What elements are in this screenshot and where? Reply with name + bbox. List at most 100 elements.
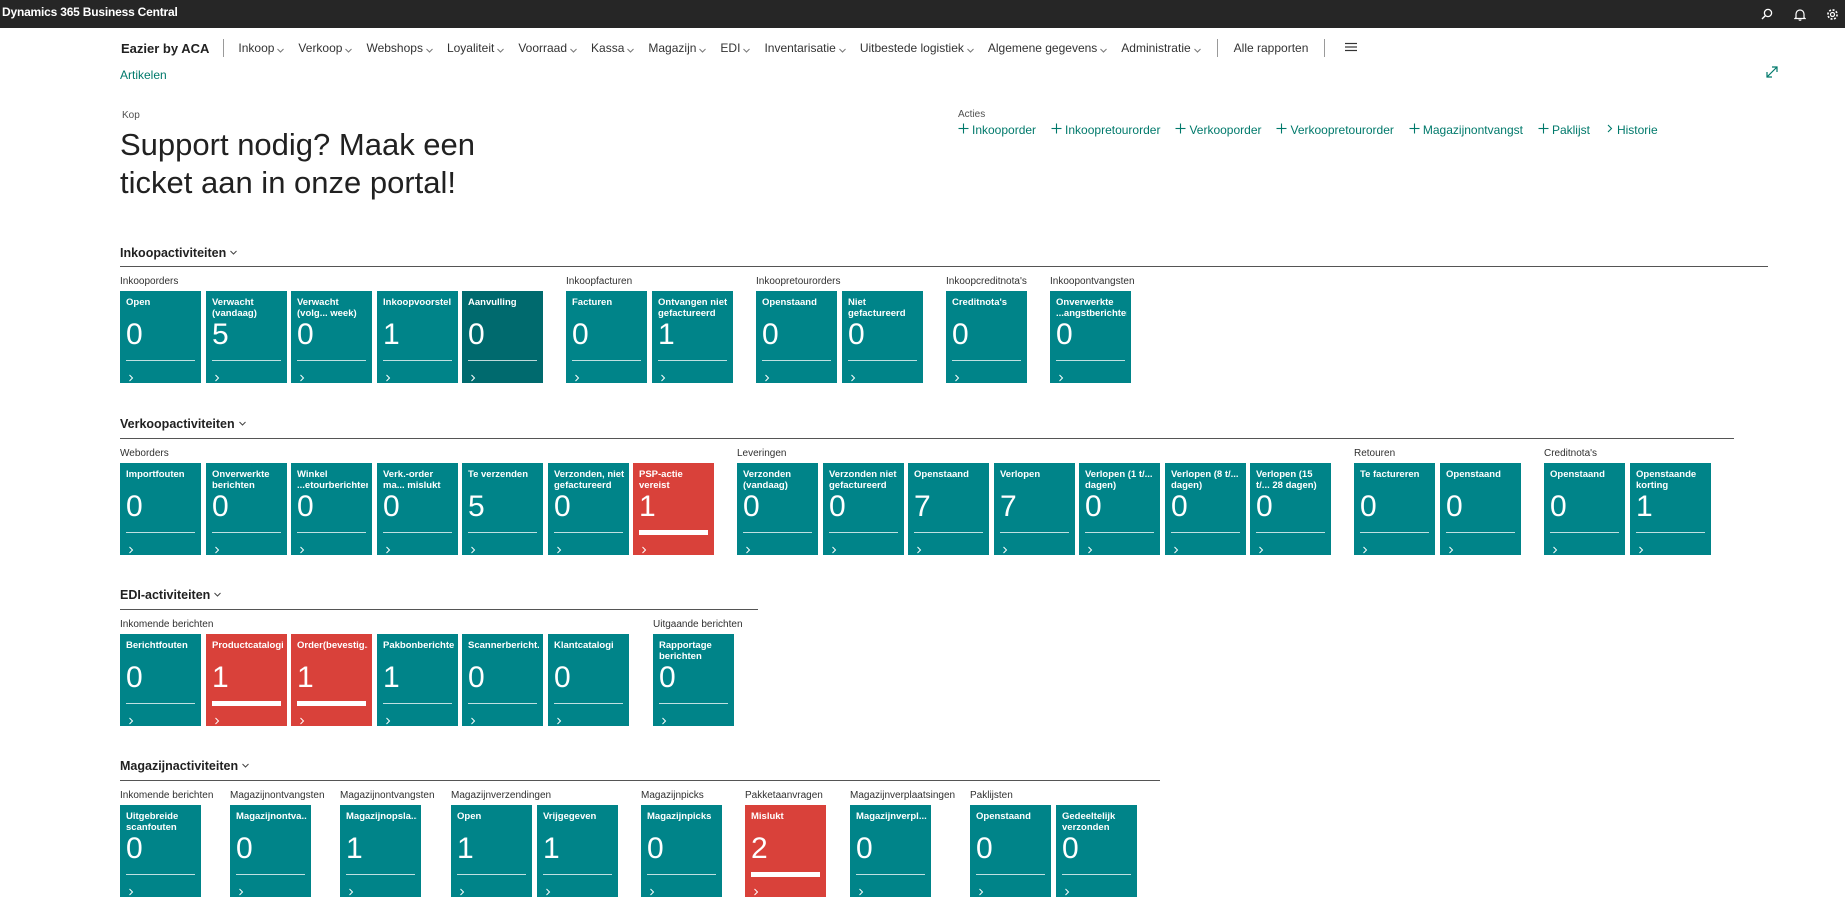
cue-tile-verlopen-8-t-dagen[interactable]: Verlopen (8 t/... dagen) 0 (1165, 463, 1246, 555)
cue-tile-value: 0 (1256, 490, 1273, 523)
cue-tile-creditnota-s[interactable]: Creditnota's 0 (946, 291, 1027, 383)
cue-tile-name: Ontvangen niet gefactureerd (658, 297, 728, 319)
cue-tile-verlopen-1-t-dagen[interactable]: Verlopen (1 t/... dagen) 0 (1079, 463, 1160, 555)
nav-item-label: Loyaliteit (446, 41, 495, 55)
action-historie[interactable]: Historie (1605, 123, 1658, 137)
cue-tile-onverwerkte-berichten[interactable]: Onverwerkte berichten 0 (206, 463, 287, 555)
nav-menu: Inkoop Verkoop Webshops Loyaliteit Voorraad K… (238, 41, 1214, 55)
nav-item-algemene-gegevens[interactable]: Algemene gegevens (988, 41, 1108, 55)
chevron-right-icon (744, 541, 752, 554)
cue-tile-magazijnontva[interactable]: Magazijnontva... 0 (230, 805, 311, 897)
cue-tile-openstaand[interactable]: Openstaand 0 (1544, 463, 1625, 555)
nav-all-reports[interactable]: Alle rapporten (1234, 41, 1309, 55)
cue-tile-facturen[interactable]: Facturen 0 (566, 291, 647, 383)
cue-tile-scannerbericht[interactable]: Scannerbericht... 0 (462, 634, 543, 726)
section-edi-activiteiten[interactable]: EDI-activiteiten (120, 588, 222, 602)
cue-tile-winkel-etourberichten[interactable]: Winkel ...etourberichten 0 (291, 463, 372, 555)
action-verkooporder[interactable]: Verkooporder (1175, 123, 1261, 137)
cue-tile-verk-order-ma-mislukt[interactable]: Verk.-order ma... mislukt 0 (377, 463, 458, 555)
action-magazijnontvangst[interactable]: Magazijnontvangst (1409, 123, 1523, 137)
cue-tile-value: 0 (468, 318, 485, 351)
cue-tile-verwacht-volg-week[interactable]: Verwacht (volg... week) 0 (291, 291, 372, 383)
nav-item-voorraad[interactable]: Voorraad (518, 41, 578, 55)
section-inkoopactiviteiten[interactable]: Inkoopactiviteiten (120, 246, 238, 260)
nav-item-uitbestede-logistiek[interactable]: Uitbestede logistiek (860, 41, 975, 55)
cue-tile-order-bevestig[interactable]: Order(bevestig... 1 (291, 634, 372, 726)
action-verkoopretourorder[interactable]: Verkoopretourorder (1276, 123, 1394, 137)
cue-tile-te-verzenden[interactable]: Te verzenden 5 (462, 463, 543, 555)
cue-tile-openstaand[interactable]: Openstaand 0 (756, 291, 837, 383)
cue-tile-productcatalogi[interactable]: Productcatalogi 1 (206, 634, 287, 726)
gear-icon[interactable] (1822, 4, 1842, 24)
hamburger-menu-icon[interactable] (1345, 41, 1358, 55)
cue-tile-underline (976, 874, 1045, 875)
nav-item-loyaliteit[interactable]: Loyaliteit (447, 41, 505, 55)
cue-tile-value: 0 (1171, 490, 1188, 523)
cue-tile-value: 1 (346, 832, 363, 865)
cue-tile-verzonden-niet-gefactureerd[interactable]: Verzonden niet gefactureerd 0 (823, 463, 904, 555)
cue-tile-gedeeltelijk-verzonden[interactable]: Gedeeltelijk verzonden 0 (1056, 805, 1137, 897)
cue-tile-niet-gefactureerd[interactable]: Niet gefactureerd 0 (842, 291, 923, 383)
cue-tile-berichtfouten[interactable]: Berichtfouten 0 (120, 634, 201, 726)
action-label: Verkooporder (1189, 123, 1262, 137)
section-verkoopactiviteiten[interactable]: Verkoopactiviteiten (120, 417, 247, 431)
cue-tile-openstaande-korting[interactable]: Openstaande korting 1 (1630, 463, 1711, 555)
nav-item-verkoop[interactable]: Verkoop (298, 41, 353, 55)
cue-tile-open[interactable]: Open 1 (451, 805, 532, 897)
nav-item-webshops[interactable]: Webshops (366, 41, 433, 55)
bell-icon[interactable] (1790, 4, 1810, 24)
cue-tile-open[interactable]: Open 0 (120, 291, 201, 383)
section-magazijnactiviteiten[interactable]: Magazijnactiviteiten (120, 759, 250, 773)
cue-tile-verlopen-15-t-28-dagen[interactable]: Verlopen (15 t/... 28 dagen) 0 (1250, 463, 1331, 555)
expand-icon[interactable] (1765, 65, 1779, 84)
cue-tile-mislukt[interactable]: Mislukt 2 (745, 805, 826, 897)
nav-item-magazijn[interactable]: Magazijn (648, 41, 707, 55)
cue-tile-openstaand[interactable]: Openstaand 0 (970, 805, 1051, 897)
company-name[interactable]: Eazier by ACA (121, 41, 209, 56)
breadcrumb-artikelen[interactable]: Artikelen (120, 68, 167, 82)
cue-tile-importfouten[interactable]: Importfouten 0 (120, 463, 201, 555)
cue-tile-name: Openstaande korting (1636, 469, 1697, 491)
cue-tile-pakbonberichten[interactable]: Pakbonberichten 1 (377, 634, 458, 726)
cue-tile-name: Openstaand (914, 469, 969, 480)
nav-item-inventarisatie[interactable]: Inventarisatie (764, 41, 846, 55)
nav-item-administratie[interactable]: Administratie (1121, 41, 1201, 55)
cue-tile-vrijgegeven[interactable]: Vrijgegeven 1 (537, 805, 618, 897)
cue-tile-magazijnpicks[interactable]: Magazijnpicks 0 (641, 805, 722, 897)
chevron-right-icon (213, 712, 221, 725)
action-inkooporder[interactable]: Inkooporder (958, 123, 1036, 137)
cue-tile-psp-actie-vereist[interactable]: PSP-actie vereist 1 (633, 463, 714, 555)
cue-tile-rapportage-berichten[interactable]: Rapportage berichten 0 (653, 634, 734, 726)
cue-tile-te-factureren[interactable]: Te factureren 0 (1354, 463, 1435, 555)
cue-tile-verzonden-niet-gefactureerd[interactable]: Verzonden, niet gefactureerd 0 (548, 463, 629, 555)
cue-tile-magazijnverpl[interactable]: Magazijnverpl... 0 (850, 805, 931, 897)
cue-tile-verwacht-vandaag[interactable]: Verwacht (vandaag) 5 (206, 291, 287, 383)
action-inkoopretourorder[interactable]: Inkoopretourorder (1051, 123, 1160, 137)
cue-tile-openstaand[interactable]: Openstaand 7 (908, 463, 989, 555)
nav-item-edi[interactable]: EDI (720, 41, 751, 55)
cue-tile-verzonden-vandaag[interactable]: Verzonden (vandaag) 0 (737, 463, 818, 555)
cue-tile-ontvangen-niet-gefactureerd[interactable]: Ontvangen niet gefactureerd 1 (652, 291, 733, 383)
cue-tile-onverwerkte-angstberichten[interactable]: Onverwerkte ...angstberichten 0 (1050, 291, 1131, 383)
search-icon[interactable] (1757, 4, 1777, 24)
action-paklijst[interactable]: Paklijst (1538, 123, 1590, 137)
cue-tile-magazijnopsla[interactable]: Magazijnopsla... 1 (340, 805, 421, 897)
cue-tile-aanvulling[interactable]: Aanvulling 0 (462, 291, 543, 383)
chevron-right-icon (849, 369, 857, 382)
headline-text[interactable]: Support nodig? Maak een ticket aan in on… (120, 126, 540, 202)
cue-tile-klantcatalogi[interactable]: Klantcatalogi 0 (548, 634, 629, 726)
cue-tile-verlopen[interactable]: Verlopen 7 (994, 463, 1075, 555)
nav-item-kassa[interactable]: Kassa (591, 41, 635, 55)
chevron-right-icon (857, 883, 865, 896)
cue-tile-openstaand[interactable]: Openstaand 0 (1440, 463, 1521, 555)
cue-tile-name: Pakbonberichten (383, 640, 454, 651)
cue-tile-underline (212, 532, 281, 533)
cue-tile-value: 0 (1446, 490, 1463, 523)
cue-tile-uitgebreide-scanfouten[interactable]: Uitgebreide scanfouten 0 (120, 805, 201, 897)
cue-group-label: Magazijnontvangsten (230, 790, 325, 801)
nav-item-inkoop[interactable]: Inkoop (238, 41, 285, 55)
app-title: Dynamics 365 Business Central (2, 5, 178, 19)
chevron-right-icon (347, 883, 355, 896)
nav-item-label: Inkoop (238, 41, 275, 55)
cue-tile-inkoopvoorstel[interactable]: Inkoopvoorstel 1 (377, 291, 458, 383)
